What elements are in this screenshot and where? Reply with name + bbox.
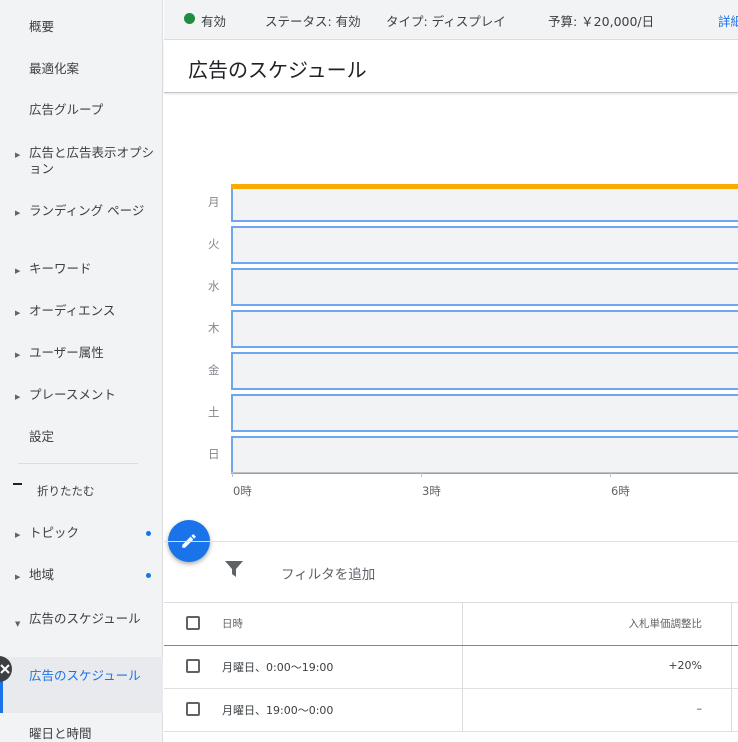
caret-right-icon: ▶ <box>15 393 21 401</box>
sidebar-item-label: 広告のスケジュール <box>29 668 141 683</box>
row-datetime: 月曜日、0:00～19:00 <box>222 661 334 674</box>
caret-right-icon: ▶ <box>15 573 21 581</box>
x-tick <box>421 472 422 477</box>
select-all-checkbox[interactable] <box>186 616 200 630</box>
sidebar-item-label: 曜日と時間 <box>29 726 92 741</box>
sidebar-item-label: トピック <box>29 525 80 540</box>
column-divider <box>462 689 463 731</box>
bid-adjustment-highlight <box>231 184 738 189</box>
schedule-row[interactable] <box>231 394 738 432</box>
sidebar-item-settings[interactable]: 設定 <box>0 429 163 445</box>
schedule-row[interactable] <box>231 436 738 474</box>
filter-divider <box>164 541 738 542</box>
x-axis <box>231 472 738 473</box>
day-label: 土 <box>208 405 220 419</box>
day-label: 月 <box>208 195 220 209</box>
add-filter-button[interactable]: フィルタを追加 <box>281 563 375 583</box>
row-datetime: 月曜日、19:00～0:00 <box>222 704 334 717</box>
status-text: ステータス: 有効 <box>265 14 361 29</box>
sidebar-item-label: 最適化案 <box>29 61 80 76</box>
table-row[interactable]: 月曜日、0:00～19:00 +20% <box>164 646 738 689</box>
sidebar-item-landing-pages[interactable]: ▶ ランディング ページ <box>0 203 163 219</box>
filter-icon[interactable] <box>225 561 243 577</box>
x-tick <box>610 472 611 477</box>
sidebar-item-label: ユーザー属性 <box>29 345 104 360</box>
table-header: 日時 入札単価調整比 <box>164 602 738 646</box>
row-checkbox[interactable] <box>186 659 200 673</box>
indicator-dot <box>146 573 151 578</box>
sidebar-divider <box>18 463 138 464</box>
sidebar-item-label: 地域 <box>29 567 55 582</box>
sidebar-item-label: キーワード <box>29 261 92 276</box>
sidebar-item-ad-schedule[interactable]: 広告のスケジュール <box>0 657 163 713</box>
sidebar-item-keywords[interactable]: ▶ キーワード <box>0 261 163 277</box>
schedule-row[interactable] <box>231 352 738 390</box>
day-label: 日 <box>208 447 220 461</box>
column-divider <box>462 646 463 688</box>
status-state: 有効 <box>201 14 227 29</box>
status-dot-icon <box>184 13 195 24</box>
sidebar-item-label: プレースメント <box>29 387 116 402</box>
sidebar-item-recommendations[interactable]: 最適化案 <box>0 61 163 77</box>
sidebar-item-ads-extensions[interactable]: ▶ 広告と広告表示オプション <box>0 145 163 177</box>
schedule-row[interactable] <box>231 268 738 306</box>
caret-right-icon: ▶ <box>15 531 21 539</box>
campaign-status-bar: 有効 ステータス: 有効 タイプ: ディスプレイ 予算: ￥20,000/日 詳… <box>164 0 738 40</box>
column-header-datetime[interactable]: 日時 <box>222 616 243 631</box>
schedule-row[interactable] <box>231 226 738 264</box>
sidebar-item-overview[interactable]: 概要 <box>0 19 163 35</box>
row-bid-adjustment: – <box>696 702 703 715</box>
x-tick <box>232 472 233 477</box>
sidebar-item-ad-schedule-group[interactable]: ▼ 広告のスケジュール <box>0 611 163 628</box>
day-label: 火 <box>208 237 220 251</box>
sidebar-item-audiences[interactable]: ▶ オーディエンス <box>0 303 163 319</box>
schedule-row[interactable] <box>231 184 738 222</box>
caret-down-icon: ▼ <box>15 620 21 628</box>
day-label: 木 <box>208 321 220 335</box>
page-title: 広告のスケジュール <box>188 58 367 82</box>
details-link[interactable]: 詳細 <box>718 11 738 30</box>
sidebar: 概要 最適化案 広告グループ ▶ 広告と広告表示オプション ▶ ランディング ページ… <box>0 0 163 742</box>
page-header: 広告のスケジュール <box>164 41 738 93</box>
day-label: 金 <box>208 363 220 377</box>
table-row[interactable]: 月曜日、19:00～0:00 – <box>164 689 738 732</box>
sidebar-item-demographics[interactable]: ▶ ユーザー属性 <box>0 345 163 361</box>
row-checkbox[interactable] <box>186 702 200 716</box>
column-divider <box>731 689 732 731</box>
sidebar-item-label: 広告と広告表示オプション <box>29 145 155 176</box>
column-divider <box>731 646 732 688</box>
budget-text: 予算: ￥20,000/日 <box>548 14 655 29</box>
sidebar-item-ad-groups[interactable]: 広告グループ <box>0 102 163 118</box>
sidebar-item-label: 広告のスケジュール <box>29 611 141 626</box>
sidebar-collapse-button[interactable]: 折りたたむ <box>0 483 163 499</box>
indicator-dot <box>146 531 151 536</box>
column-divider <box>731 603 732 645</box>
sidebar-item-day-time[interactable]: 曜日と時間 <box>0 726 163 742</box>
caret-right-icon: ▶ <box>15 209 21 217</box>
type-text: タイプ: ディスプレイ <box>386 14 506 29</box>
sidebar-item-label: 概要 <box>29 19 55 34</box>
caret-right-icon: ▶ <box>15 151 21 159</box>
column-header-bid-adjustment[interactable]: 入札単価調整比 <box>629 616 703 631</box>
sidebar-item-label: 設定 <box>29 429 55 444</box>
sidebar-item-label: ランディング ページ <box>29 203 145 218</box>
row-bid-adjustment: +20% <box>668 659 702 672</box>
x-tick-label: 0時 <box>233 484 252 498</box>
x-tick-label: 3時 <box>422 484 441 498</box>
close-icon <box>0 664 10 674</box>
caret-right-icon: ▶ <box>15 309 21 317</box>
sidebar-item-label: オーディエンス <box>29 303 116 318</box>
collapse-label: 折りたたむ <box>37 484 95 498</box>
sidebar-item-placements[interactable]: ▶ プレースメント <box>0 387 163 403</box>
schedule-row[interactable] <box>231 310 738 348</box>
sidebar-item-label: 広告グループ <box>29 102 104 117</box>
sidebar-item-topics[interactable]: ▶ トピック <box>0 525 163 541</box>
caret-right-icon: ▶ <box>15 351 21 359</box>
sidebar-item-locations[interactable]: ▶ 地域 <box>0 567 163 583</box>
caret-right-icon: ▶ <box>15 267 21 275</box>
x-tick-label: 6時 <box>611 484 630 498</box>
day-label: 水 <box>208 279 220 293</box>
column-divider <box>462 603 463 645</box>
